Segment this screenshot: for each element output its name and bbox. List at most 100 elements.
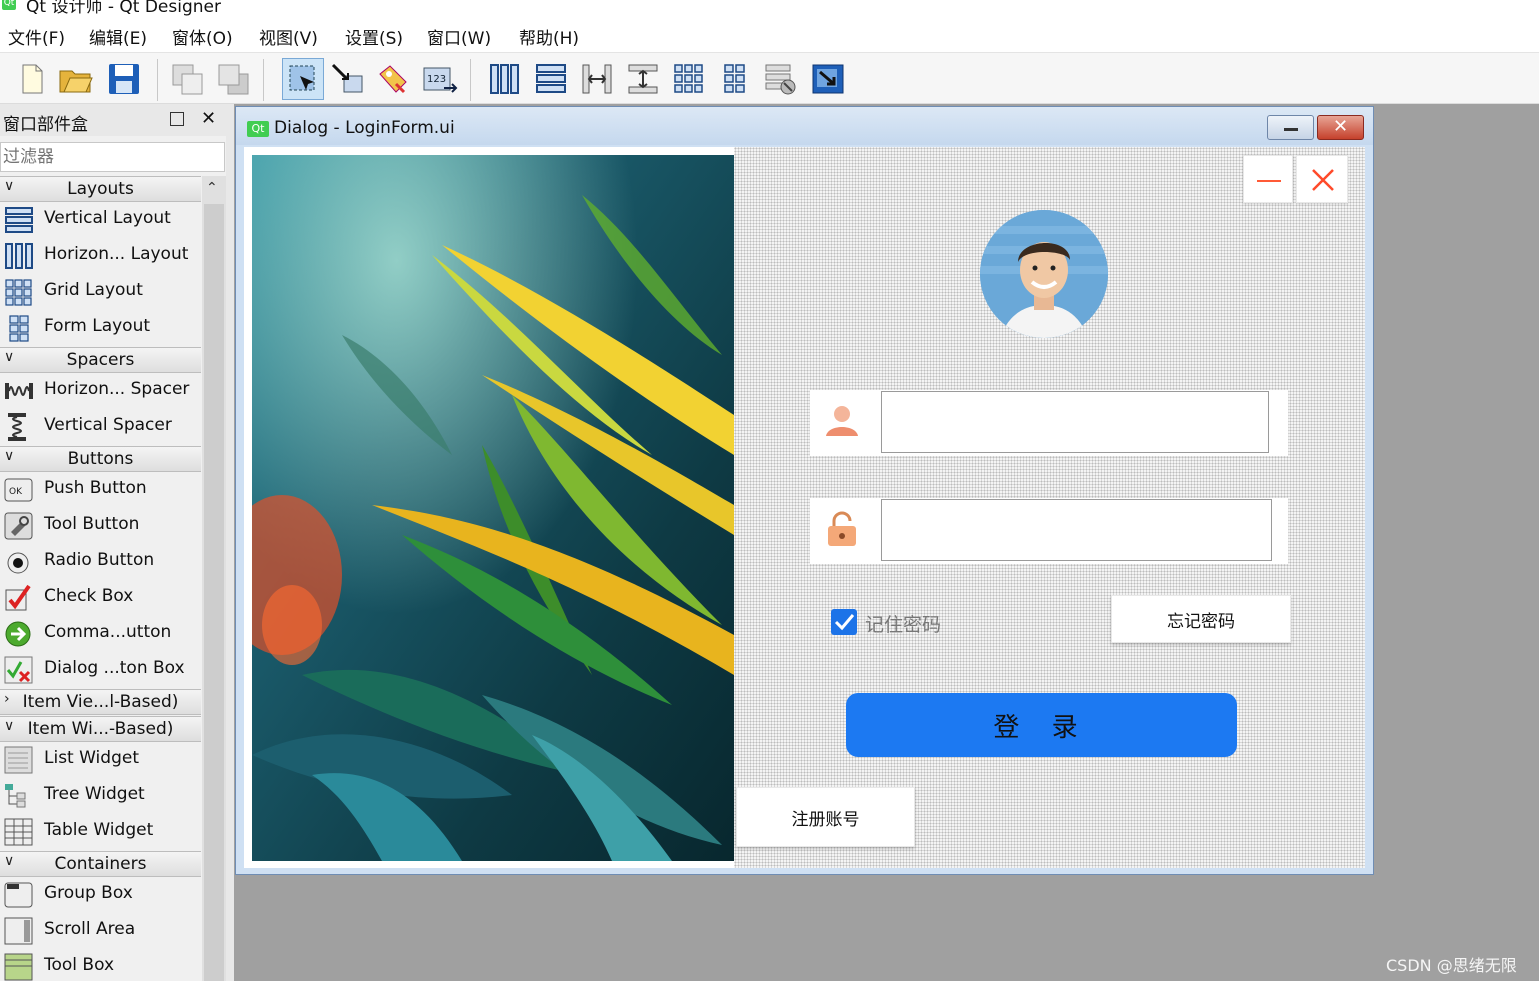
widget-table-widget[interactable]: Table Widget [0,814,201,850]
form-minimize-button[interactable] [1267,115,1314,140]
widget-box-header: 窗口部件盒 ✕ [0,104,226,136]
widget-tree-widget[interactable]: Tree Widget [0,778,201,814]
scroll-area-icon [4,917,33,945]
menu-edit[interactable]: 编辑(E) [89,24,147,49]
horizontal-spacer-icon [5,383,33,399]
tool-button-icon [4,512,33,540]
widget-dialog-button-box[interactable]: Dialog ...ton Box [0,652,201,688]
edit-tab-order-icon[interactable]: 123 [422,61,458,97]
widget-command-link-button[interactable]: Comma...utton [0,616,201,652]
checkbox-checked-icon [831,609,857,635]
send-to-back-icon[interactable] [170,61,206,97]
tree-widget-icon [5,784,26,808]
widget-push-button[interactable]: OK Push Button [0,472,201,508]
float-panel-icon[interactable] [170,112,184,126]
open-folder-icon[interactable] [58,61,94,97]
table-widget-icon [4,818,33,846]
menu-view[interactable]: 视图(V) [259,24,318,49]
menu-help[interactable]: 帮助(H) [519,24,579,49]
lay-out-vertically-icon[interactable] [533,61,569,97]
edit-widgets-icon[interactable] [282,58,324,100]
widget-label: Table Widget [44,820,154,840]
edit-buddies-icon[interactable] [376,61,412,97]
category-label: Spacers [66,350,135,370]
widget-vertical-layout[interactable]: Vertical Layout [0,202,201,238]
check-box-icon [5,584,31,611]
list-widget-icon [4,746,33,774]
scroll-up-icon[interactable]: ⌃ [206,180,218,196]
category-label: Buttons [67,449,134,469]
widget-radio-button[interactable]: Radio Button [0,544,201,580]
remember-password-checkbox[interactable]: 记住密码 [831,609,1011,636]
edit-signals-slots-icon[interactable] [330,61,366,97]
menu-form[interactable]: 窗体(O) [172,24,233,49]
lock-icon [828,511,856,546]
category-spacers[interactable]: ∨ Spacers [0,347,201,373]
csdn-watermark: CSDN @思绪无限 [1386,956,1517,975]
close-panel-icon[interactable]: ✕ [201,108,216,129]
widget-label: Push Button [44,478,147,498]
widget-box-scrollbar[interactable]: ⌃ [202,176,226,981]
widget-label: Horizon... Spacer [44,379,190,399]
lay-out-vertical-splitter-icon[interactable] [625,61,661,97]
custom-minimize-button[interactable] [1243,155,1293,203]
widget-label: Grid Layout [44,280,143,300]
widget-horizontal-spacer[interactable]: Horizon... Spacer [0,373,201,409]
group-box-icon [4,882,33,908]
app-title-bar: Qt Qt 设计师 - Qt Designer [0,0,1539,20]
widget-group-box[interactable]: Group Box [0,877,201,913]
lay-out-grid-icon[interactable] [671,61,707,97]
save-icon[interactable] [106,61,142,97]
category-layouts[interactable]: ∨ Layouts [0,176,201,202]
scrollbar-thumb[interactable] [204,204,224,981]
widget-check-box[interactable]: Check Box [0,580,201,616]
widget-box-panel: 窗口部件盒 ✕ ∨ Layouts Vertical Layout Horizo… [0,104,226,981]
category-item-views[interactable]: › Item Vie...l-Based) [0,689,201,715]
widget-list: ∨ Layouts Vertical Layout Horizon... Lay… [0,176,202,981]
menu-file[interactable]: 文件(F) [8,24,65,49]
menu-window[interactable]: 窗口(W) [427,24,491,49]
lay-out-form-icon[interactable] [717,61,753,97]
toolbar-separator [157,59,158,101]
widget-tool-button[interactable]: Tool Button [0,508,201,544]
adjust-size-icon[interactable] [810,61,846,97]
widget-label: Check Box [44,586,134,606]
widget-vertical-spacer[interactable]: Vertical Spacer [0,409,201,445]
category-containers[interactable]: ∨ Containers [0,851,201,877]
forgot-password-button[interactable]: 忘记密码 [1111,595,1291,643]
menu-settings[interactable]: 设置(S) [345,24,403,49]
widget-list-widget[interactable]: List Widget [0,742,201,778]
bring-to-front-icon[interactable] [216,61,252,97]
widget-label: Group Box [44,883,133,903]
custom-close-button[interactable] [1296,155,1348,203]
new-file-icon[interactable] [14,61,50,97]
category-buttons[interactable]: ∨ Buttons [0,446,201,472]
radio-button-icon [7,552,29,574]
form-close-button[interactable]: ✕ [1317,115,1364,140]
username-input[interactable] [881,391,1269,453]
user-avatar [980,210,1108,338]
login-button[interactable]: 登 录 [846,693,1237,757]
break-layout-icon[interactable] [763,61,799,97]
register-button[interactable]: 注册账号 [736,787,915,847]
password-input[interactable] [881,499,1272,561]
widget-scroll-area[interactable]: Scroll Area [0,913,201,949]
category-item-widgets[interactable]: ∨ Item Wi...-Based) [0,716,201,742]
close-icon [1312,169,1334,191]
filter-input[interactable] [1,143,224,171]
menu-bar: 文件(F) 编辑(E) 窗体(O) 视图(V) 设置(S) 窗口(W) 帮助(H… [0,20,1539,52]
form-window-titlebar[interactable]: Qt Dialog - LoginForm.ui ✕ [236,107,1373,145]
lay-out-horizontally-icon[interactable] [487,61,523,97]
widget-label: Horizon... Layout [44,244,189,264]
lay-out-horizontal-splitter-icon[interactable] [579,61,615,97]
form-window-title: Dialog - LoginForm.ui [274,118,455,138]
main-toolbar: 123 [0,52,1539,104]
widget-label: Tool Box [44,955,115,975]
user-icon [826,406,858,436]
widget-horizontal-layout[interactable]: Horizon... Layout [0,238,201,274]
widget-grid-layout[interactable]: Grid Layout [0,274,201,310]
widget-tool-box[interactable]: Tool Box [0,949,201,981]
widget-form-layout[interactable]: Form Layout [0,310,201,346]
filter-field[interactable] [0,142,225,172]
category-label: Item Vie...l-Based) [22,692,179,712]
